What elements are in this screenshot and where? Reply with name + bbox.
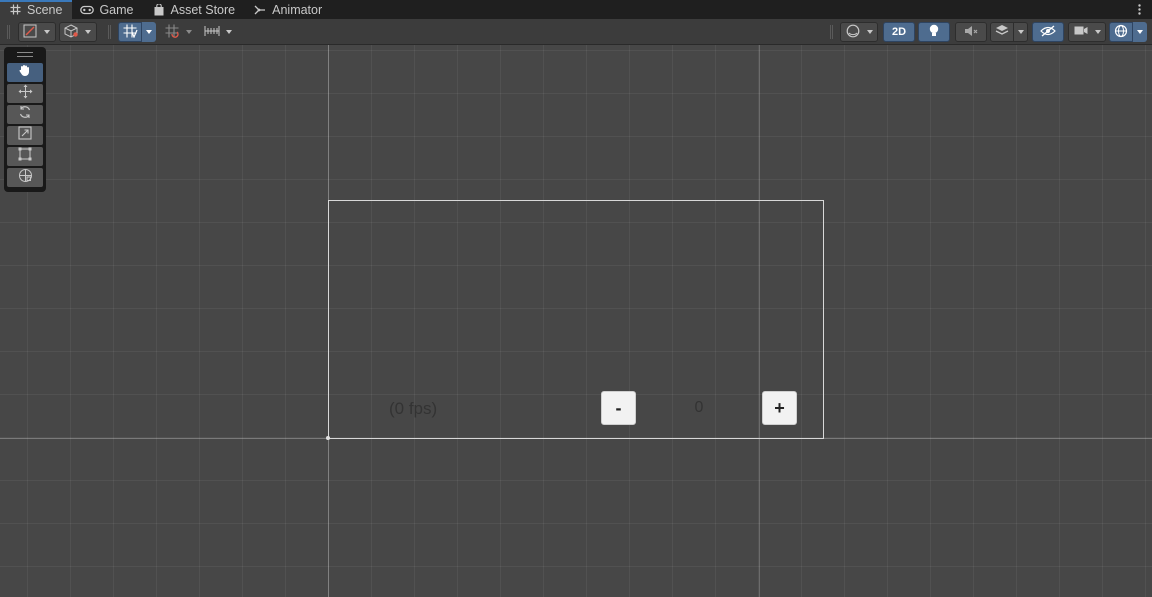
ruler-button[interactable] [202, 22, 222, 42]
chevron-down-icon [1017, 30, 1024, 34]
increment-label: + [774, 397, 785, 418]
fps-label: (0 fps) [389, 399, 438, 418]
light-bulb-icon [929, 24, 939, 41]
scale-tool-button[interactable] [7, 126, 43, 145]
gizmo-globe-icon [1114, 24, 1128, 41]
speaker-muted-icon [964, 25, 978, 40]
tab-animator-label: Animator [272, 2, 323, 17]
chevron-down-icon [226, 30, 232, 34]
chevron-down-icon [1137, 30, 1143, 34]
tab-scene[interactable]: Scene [0, 0, 73, 19]
counter-value: 0 [694, 399, 704, 416]
rect-transform-icon [18, 147, 32, 166]
hash-grid-icon [8, 3, 22, 17]
canvas-origin-handle[interactable] [326, 436, 330, 440]
scene-viewport[interactable]: (0 fps) - 0 + [0, 45, 1152, 597]
shading-mode-button[interactable] [840, 22, 878, 42]
move-arrows-icon [18, 84, 33, 104]
increment-snap-icon [165, 24, 180, 41]
camera-icon [1074, 25, 1088, 39]
tab-animator[interactable]: Animator [245, 0, 332, 19]
increment-button[interactable]: + [762, 391, 797, 425]
eye-slash-icon [1040, 25, 1056, 40]
gizmos-dropdown[interactable] [1133, 22, 1147, 42]
gamepad-icon [80, 3, 95, 17]
ruler-dropdown[interactable] [222, 22, 236, 42]
render-mode-button[interactable] [59, 22, 97, 42]
rect-tool-button[interactable] [7, 147, 43, 166]
tools-overlay [4, 47, 46, 192]
animator-icon [253, 3, 267, 17]
mode-2d-label: 2D [891, 26, 907, 38]
effects-button[interactable] [990, 22, 1014, 42]
audio-toggle-button[interactable] [955, 22, 987, 42]
layers-icon [995, 24, 1009, 40]
increment-snap-button[interactable] [162, 22, 182, 42]
more-options-icon[interactable] [1134, 2, 1144, 16]
overlay-drag-handle[interactable] [17, 52, 33, 57]
tab-asset-store[interactable]: Asset Store [144, 0, 246, 19]
transform-icon [18, 168, 33, 188]
draw-mode-button[interactable] [18, 22, 56, 42]
toolbar-grip-middle[interactable] [108, 25, 111, 39]
chevron-down-icon [1095, 30, 1101, 34]
shopping-bag-icon [152, 3, 166, 17]
draw-mode-icon [23, 24, 37, 41]
decrement-button[interactable]: - [601, 391, 636, 425]
rotate-tool-button[interactable] [7, 105, 43, 124]
chevron-down-icon [146, 30, 152, 34]
chevron-down-icon [186, 30, 192, 34]
increment-snap-dropdown[interactable] [182, 22, 196, 42]
grid-snap-icon [123, 24, 138, 41]
move-tool-button[interactable] [7, 84, 43, 103]
tab-game-label: Game [99, 2, 134, 17]
rotate-icon [18, 105, 32, 124]
toolbar-grip-left[interactable] [7, 25, 10, 39]
chevron-down-icon [44, 30, 50, 34]
lighting-toggle-button[interactable] [918, 22, 950, 42]
effects-dropdown[interactable] [1014, 22, 1028, 42]
ruler-icon [204, 25, 220, 40]
grid-snap-dropdown[interactable] [142, 22, 156, 42]
transform-tool-button[interactable] [7, 168, 43, 187]
tab-asset-store-label: Asset Store [170, 2, 236, 17]
tab-game[interactable]: Game [72, 0, 143, 19]
grid-snap-button[interactable] [118, 22, 142, 42]
cube-icon [64, 23, 79, 41]
decrement-label: - [615, 397, 622, 418]
hand-tool-button[interactable] [7, 63, 43, 82]
scene-toolbar: 2D [0, 19, 1152, 45]
camera-settings-button[interactable] [1068, 22, 1106, 42]
chevron-down-icon [85, 30, 91, 34]
gizmos-button[interactable] [1109, 22, 1133, 42]
tab-bar: Scene Game Asset Store Animator [0, 0, 1152, 19]
chevron-down-icon [867, 30, 873, 34]
hidden-objects-toggle-button[interactable] [1032, 22, 1064, 42]
mode-2d-button[interactable]: 2D [883, 22, 915, 42]
hand-icon [18, 63, 32, 82]
sphere-icon [846, 24, 860, 41]
toolbar-grip-right[interactable] [830, 25, 833, 39]
scale-icon [18, 126, 32, 145]
tab-scene-label: Scene [27, 2, 63, 17]
unity-scene-window: Scene Game Asset Store Animator 2D (0 fp… [0, 0, 1152, 597]
